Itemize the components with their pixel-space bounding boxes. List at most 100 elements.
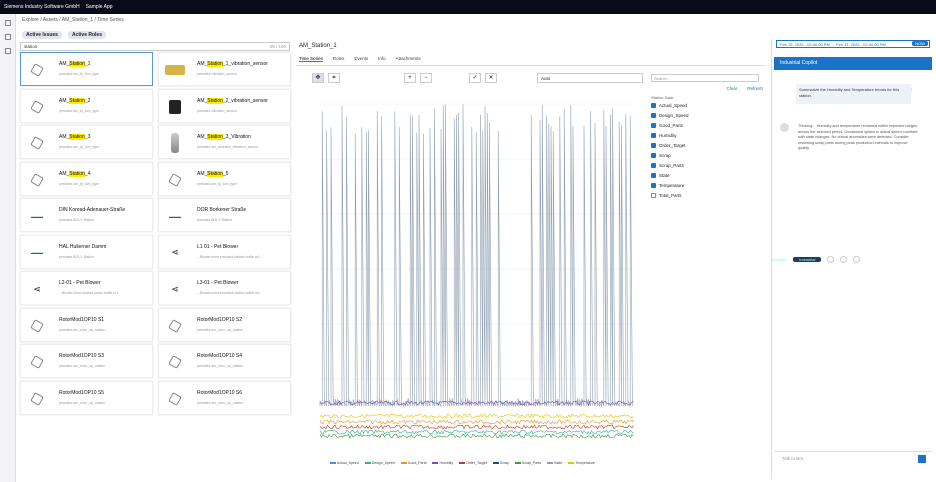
variable-row[interactable]: Design_Speed	[651, 110, 763, 120]
asset-card[interactable]: ▬▬▬ DOR Borkener Straße presales.BOLY Stat…	[158, 198, 291, 232]
date-range[interactable]: Feb 15, 2025 - 02:40:00 PM → Feb 17, 202…	[776, 40, 930, 48]
legend-item[interactable]: Good_Parts	[400, 461, 426, 465]
variable-row[interactable]: Scrap	[651, 150, 763, 160]
variable-checkbox[interactable]	[651, 162, 656, 168]
time-series-chart[interactable]	[312, 98, 642, 458]
asset-name: L3-01 - Pet Blower	[197, 280, 239, 286]
variable-row[interactable]: Humidity	[651, 130, 763, 140]
asset-type: presales.am_rotor_op_station	[197, 364, 244, 368]
legend-item[interactable]: Temperature	[568, 461, 595, 465]
asset-card[interactable]: RotorMod1OP10 S3 presales.am_rotor_op_sta…	[20, 344, 153, 378]
variable-checkbox[interactable]	[651, 142, 656, 148]
asset-thumbnail	[159, 53, 191, 87]
bot-avatar	[780, 123, 789, 132]
asset-card[interactable]: RotorMod1OP10 S6 presales.am_rotor_op_sta…	[158, 380, 291, 415]
legend-item[interactable]: Scrap	[492, 461, 509, 465]
legend-item[interactable]: State	[547, 461, 562, 465]
asset-type: presales.vibration_sensor	[197, 72, 237, 76]
variable-row[interactable]: Total_Parts	[651, 190, 763, 200]
active-roles-filter[interactable]: Active Roles	[67, 31, 106, 39]
breadcrumb[interactable]: Explore / Assets / AM_Station_1 / Time S…	[22, 17, 124, 23]
send-icon[interactable]	[918, 455, 926, 463]
asset-card[interactable]: AM_Station_1 presales.am_fp_lum_type	[20, 52, 153, 86]
variable-row[interactable]: Temperature	[651, 180, 763, 190]
asset-card[interactable]: RotorMod1OP10 S2 presales.am_rotor_op_sta…	[158, 307, 291, 342]
variable-checkbox[interactable]	[651, 192, 656, 198]
variable-checkbox[interactable]	[651, 172, 656, 178]
variable-checkbox[interactable]	[651, 122, 656, 128]
asset-card[interactable]: ⋖ L3-01 - Pet Blower ...Blower.brew.encode…	[158, 271, 291, 305]
assets-icon[interactable]	[4, 34, 11, 40]
variable-checkbox[interactable]	[651, 152, 656, 158]
tab-roles[interactable]: Roles	[333, 56, 345, 62]
asset-card[interactable]: ▬▬▬ HAL Hullerner Damm presales.BOLY Stati…	[20, 234, 153, 269]
asset-icon	[30, 355, 44, 369]
check-icon[interactable]: ✓	[469, 73, 481, 83]
variable-row[interactable]: Scrap_Parts	[651, 160, 763, 170]
chat-header: Industrial Copilot	[774, 57, 932, 70]
tab-events[interactable]: Events	[354, 56, 368, 62]
aggregation-select[interactable]: Auto	[537, 73, 643, 83]
pan-icon[interactable]: ✥	[312, 73, 324, 83]
top-bar: Siemens Industry Software GmbH Sample Ap…	[0, 0, 936, 479]
legend-item[interactable]: Scrap_Parts	[514, 461, 541, 465]
variable-checkbox[interactable]	[651, 102, 656, 108]
variable-search-input[interactable]: Search...	[651, 74, 759, 82]
variable-row[interactable]: Good_Parts	[651, 120, 763, 130]
variable-label: Scrap_Parts	[659, 162, 684, 168]
asset-card[interactable]: AM_Station_3_Vibration presales.am_ambien…	[158, 125, 291, 159]
variable-label: Good_Parts	[659, 122, 684, 128]
divider	[296, 65, 766, 66]
asset-card[interactable]: AM_Station_3 presales.am_fp_lum_type	[20, 125, 153, 159]
asset-icon	[168, 391, 182, 406]
tab-time-series[interactable]: Time Series	[299, 56, 323, 62]
asset-card[interactable]: AM_Station_2 presales.am_fp_lum_type	[20, 88, 153, 123]
asset-card[interactable]: AM_Station_1_vibration_sensor presales.vi…	[158, 52, 291, 86]
legend-item[interactable]: Design_Speed	[364, 461, 395, 465]
tab-info[interactable]: Info	[378, 56, 386, 62]
chat-input[interactable]: Talk to Bot	[774, 451, 932, 465]
close-icon[interactable]: ✕	[485, 73, 497, 83]
active-issues-filter[interactable]: Active Issues	[22, 31, 62, 39]
asset-thumbnail: ⋖	[21, 272, 53, 306]
variable-row[interactable]: State	[651, 170, 763, 180]
asset-card[interactable]: AM_Station_5 presales.am_fp_lum_type	[158, 161, 291, 196]
asset-type: ...Blower.brew.encoded.station.bottle.m1	[197, 291, 260, 295]
clear-button[interactable]: Clear	[726, 86, 737, 91]
sensor-icon	[169, 99, 181, 114]
variable-checkbox[interactable]	[651, 132, 656, 138]
variable-row[interactable]: Actual_Speed	[651, 100, 763, 110]
legend-item[interactable]: Humidity	[432, 461, 453, 465]
select-icon[interactable]: ⌗	[328, 73, 340, 83]
variable-label: Scrap	[659, 152, 671, 158]
page-title: AM_Station_1	[299, 43, 337, 49]
asset-type: presales.BOLY Station	[59, 218, 95, 222]
asset-card[interactable]: AM_Station_2_vibration_sensor presales.vi…	[158, 88, 291, 123]
asset-type: presales.BOLY Station	[197, 218, 233, 222]
zoom-in-icon[interactable]: +	[404, 73, 416, 83]
asset-name: L1 01 - Pet Blower	[197, 243, 239, 250]
refresh-button[interactable]: Refresh	[747, 86, 763, 91]
zoom-out-icon[interactable]: −	[420, 73, 432, 83]
sensor-icon	[171, 133, 179, 153]
legend-item[interactable]: Order_Target	[459, 461, 487, 465]
share-icon: ⋖	[33, 283, 41, 294]
asset-search-input[interactable]: station 25 / 100	[20, 42, 290, 51]
variable-checkbox[interactable]	[651, 112, 656, 118]
tools-icon[interactable]	[4, 48, 11, 54]
asset-type: presales.BOLY Station	[59, 254, 95, 259]
asset-card[interactable]: AM_Station_4 presales.am_fp_lum_type	[20, 161, 153, 196]
asset-card[interactable]: ⋖ L1 01 - Pet Blower ...Blower.brew.encode…	[158, 234, 291, 269]
asset-card[interactable]: ▬▬▬ DIN Konrad-Adenauer-Straße presales.BO…	[20, 198, 153, 232]
tab-attachments[interactable]: Attachments	[396, 56, 421, 62]
search-value: station	[24, 44, 38, 49]
asset-card[interactable]: RotorMod1OP10 S1 presales.am_rotor_op_sta…	[20, 307, 153, 342]
now-button[interactable]: NOW	[912, 41, 928, 46]
asset-card[interactable]: ⋖ L2-01 - Pet Blower ...Blower.brew.molded…	[20, 271, 153, 305]
variable-row[interactable]: Order_Target	[651, 140, 763, 150]
legend-item[interactable]: Actual_Speed	[330, 461, 359, 465]
asset-card[interactable]: RotorMod1OP10 S4 presales.am_rotor_op_sta…	[158, 344, 291, 378]
variable-checkbox[interactable]	[651, 182, 656, 188]
home-icon[interactable]	[4, 20, 11, 26]
asset-card[interactable]: RotorMod1OP10 S5 presales.am_rotor_op_sta…	[20, 380, 153, 415]
